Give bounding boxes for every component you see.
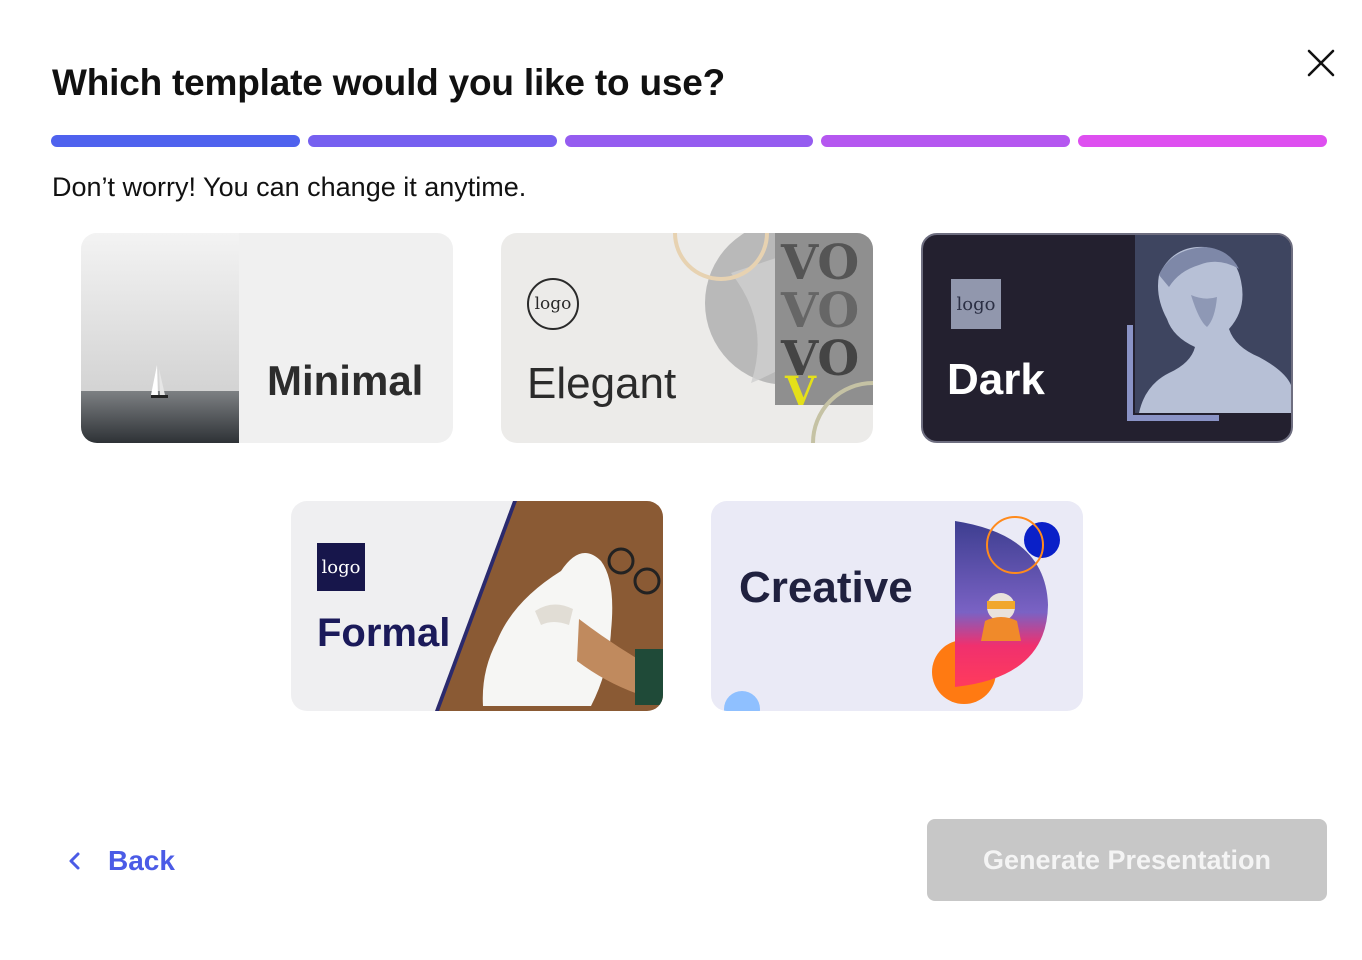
elegant-logo-badge: logo bbox=[527, 278, 579, 330]
template-label-elegant: Elegant bbox=[527, 359, 677, 408]
close-button[interactable] bbox=[1300, 44, 1340, 84]
formal-logo-badge: logo bbox=[317, 543, 365, 591]
progress-step-3 bbox=[564, 135, 814, 147]
dark-logo-badge: logo bbox=[951, 279, 1001, 329]
template-card-formal[interactable]: logo Formal bbox=[291, 501, 663, 711]
elegant-preview-image: VO VO VO V bbox=[673, 233, 873, 443]
svg-text:V: V bbox=[784, 368, 817, 415]
dark-preview-image bbox=[1127, 235, 1291, 421]
step-progress-bar bbox=[51, 135, 1327, 147]
template-label-dark: Dark bbox=[947, 355, 1045, 404]
progress-step-1 bbox=[51, 135, 300, 147]
back-button[interactable]: Back bbox=[64, 840, 175, 882]
template-card-creative[interactable]: Creative bbox=[711, 501, 1083, 711]
progress-step-2 bbox=[307, 135, 557, 147]
template-label-minimal: Minimal bbox=[267, 357, 424, 404]
close-icon bbox=[1307, 49, 1335, 77]
progress-step-4 bbox=[821, 135, 1071, 147]
generate-presentation-label: Generate Presentation bbox=[982, 844, 1272, 875]
template-label-creative: Creative bbox=[739, 563, 913, 612]
formal-preview-image bbox=[435, 501, 663, 711]
progress-step-5 bbox=[1078, 135, 1327, 147]
dialog-title: Which template would you like to use? bbox=[52, 62, 726, 103]
minimal-preview-image bbox=[81, 233, 239, 443]
template-card-dark[interactable]: logo Dark bbox=[921, 233, 1293, 443]
template-card-minimal[interactable]: Minimal bbox=[81, 233, 453, 443]
template-card-elegant[interactable]: VO VO VO V logo Elegant bbox=[501, 233, 873, 443]
chevron-left-icon bbox=[64, 850, 86, 872]
dialog-subtitle: Don’t worry! You can change it anytime. bbox=[52, 172, 527, 202]
template-label-formal: Formal bbox=[317, 611, 451, 655]
generate-presentation-button[interactable]: Generate Presentation bbox=[927, 819, 1327, 901]
back-button-label: Back bbox=[108, 845, 175, 876]
